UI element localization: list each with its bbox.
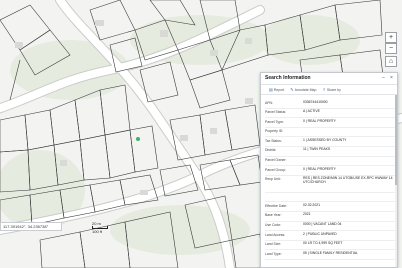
row-label: Land Type:: [265, 251, 282, 256]
row-label: Use Code:: [265, 223, 282, 228]
report-label: Report: [273, 87, 285, 92]
share-label: Share by: [326, 87, 341, 92]
row-value: 0336744410000: [303, 99, 328, 104]
row-label: Property ID:: [265, 129, 284, 134]
row-value: [303, 157, 395, 159]
report-button[interactable]: ▤ Report: [269, 87, 284, 92]
row-label: [265, 193, 303, 195]
coordinate-text: 117.391942°, 34.235738°: [3, 224, 49, 229]
row-value: 05 | SINGLE FAMILY RESIDENTIAL: [303, 250, 358, 255]
table-row: Parcel Status: A | ACTIVE: [265, 109, 395, 119]
table-row: Parcel Type: 0 | REAL PROPERTY: [265, 118, 395, 128]
panel-toolbar: ▤ Report ✎ Annotate Map ⇪ Share by: [261, 85, 397, 95]
table-row: [265, 193, 395, 203]
attribute-table: APN: 0336744410000 Parcel Status: A | ACTI…: [265, 99, 395, 260]
home-icon: ⌂: [388, 58, 394, 65]
scale-bar: 20 m 100 ft: [92, 221, 118, 234]
table-row: Property ID:: [265, 128, 395, 138]
row-value: 00 LR TO 4,999 SQ FEET: [303, 241, 343, 246]
scrollbar-thumb[interactable]: [395, 95, 397, 185]
table-row: APN: 0336744410000: [265, 99, 395, 109]
row-label: Land Access:: [265, 232, 286, 237]
zoom-out-icon: −: [388, 45, 394, 52]
row-label: Parcel Type:: [265, 119, 284, 124]
table-row: Base Year: 2021: [265, 212, 395, 222]
row-label: District:: [265, 148, 277, 153]
row-value: 2 | PUBLIC UNPAVED: [303, 231, 337, 236]
row-label: Parcel Status:: [265, 110, 287, 115]
table-row: Tax Status: 1 | ASSESSED BY COUNTY: [265, 137, 395, 147]
table-row: Land Size: 00 LR TO 4,999 SQ FEET: [265, 241, 395, 251]
panel-scrollbar[interactable]: [395, 95, 397, 267]
row-label: Parcel Owner:: [265, 158, 287, 163]
table-row: District: 11 | TWIN PEAKS: [265, 147, 395, 157]
row-label: APN:: [265, 100, 273, 105]
share-icon: ⇪: [322, 87, 326, 92]
row-value: A | ACTIVE: [303, 109, 320, 114]
panel-title: Search Information: [265, 75, 311, 81]
pencil-icon: ✎: [290, 87, 294, 92]
row-value: RES | RES ZONE/MIN 14 UTGB/USE EX-RPC HW…: [303, 176, 393, 185]
row-value: 2021: [303, 212, 311, 217]
close-icon[interactable]: ×: [390, 75, 393, 81]
annotate-label: Annotate Map: [294, 87, 317, 92]
row-label: Parcel Group:: [265, 167, 286, 172]
minimize-icon[interactable]: –: [382, 75, 385, 81]
row-value: 0 | REAL PROPERTY: [303, 118, 336, 123]
row-value: 0000 | VACANT LAND 04: [303, 222, 342, 227]
row-value: 11 | TWIN PEAKS: [303, 147, 331, 152]
panel-header: Search Information – ×: [261, 73, 397, 85]
table-row: Land Type: 05 | SINGLE FAMILY RESIDENTIAL: [265, 250, 395, 260]
row-value: [303, 193, 395, 195]
annotate-map-button[interactable]: ✎ Annotate Map: [290, 87, 316, 92]
report-icon: ▤: [269, 87, 273, 92]
row-label: Tax Status:: [265, 138, 282, 143]
table-row: Parcel Group: 0 | REAL PROPERTY: [265, 166, 395, 176]
search-information-panel: Search Information – × ▤ Report ✎ Annotate…: [260, 72, 398, 268]
table-row: Recp Unit: RES | RES ZONE/MIN 14 UTGB/USE…: [265, 176, 395, 193]
home-button[interactable]: ⌂: [385, 56, 397, 67]
row-value: 02.02.2021: [303, 202, 320, 207]
zoom-out-button[interactable]: −: [385, 43, 397, 54]
row-label: Effective Date:: [265, 203, 287, 208]
table-row: Use Code: 0000 | VACANT LAND 04: [265, 222, 395, 232]
selected-parcel-marker: [136, 137, 140, 141]
share-button[interactable]: ⇪ Share by: [322, 87, 340, 92]
row-label: Base Year:: [265, 213, 282, 218]
zoom-in-icon: +: [388, 34, 394, 41]
zoom-in-button[interactable]: +: [385, 32, 397, 43]
row-label: Recp Unit:: [265, 177, 281, 182]
row-value: [303, 128, 395, 130]
table-row: Parcel Owner:: [265, 157, 395, 167]
table-row: Effective Date: 02.02.2021: [265, 202, 395, 212]
table-row: Land Access: 2 | PUBLIC UNPAVED: [265, 231, 395, 241]
row-label: Land Size:: [265, 242, 282, 247]
coordinate-readout: 117.391942°, 34.235738°: [0, 222, 62, 231]
row-value: 0 | REAL PROPERTY: [303, 166, 336, 171]
row-value: 1 | ASSESSED BY COUNTY: [303, 137, 347, 142]
scale-imperial-label: 100 ft: [92, 229, 103, 234]
